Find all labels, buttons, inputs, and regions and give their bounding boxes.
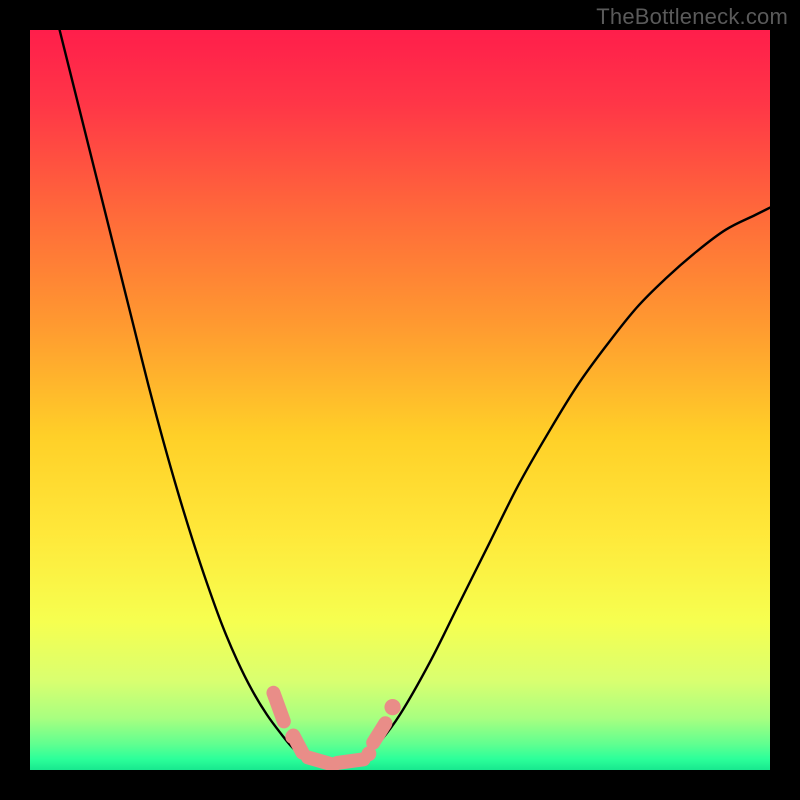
watermark-text: TheBottleneck.com	[596, 4, 788, 30]
chart-background-gradient	[30, 30, 770, 770]
chart-outer-frame: TheBottleneck.com	[0, 0, 800, 800]
chart-plot-area	[30, 30, 770, 770]
